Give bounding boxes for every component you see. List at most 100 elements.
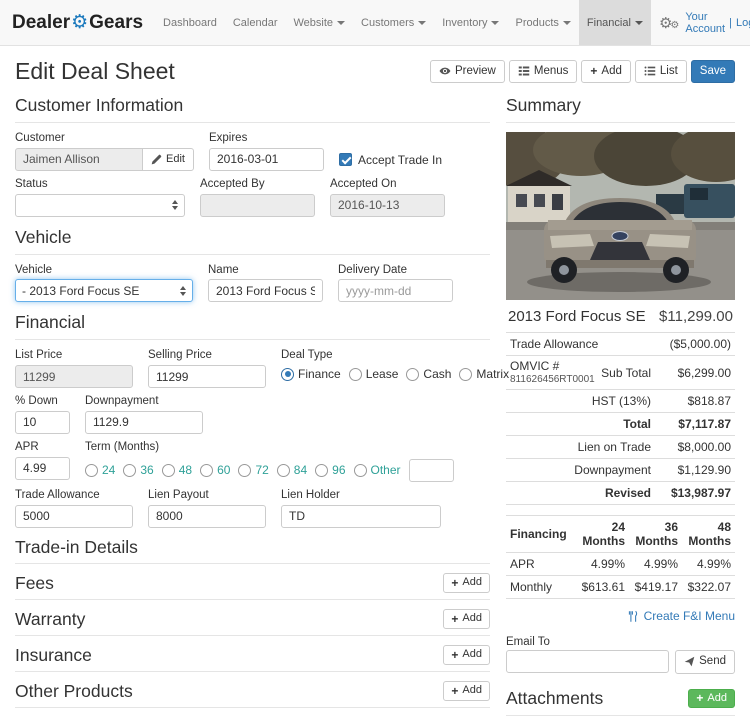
vehicle-label: Vehicle bbox=[15, 263, 53, 276]
nav-item-calendar[interactable]: Calendar bbox=[225, 0, 286, 45]
nav-item-customers[interactable]: Customers bbox=[353, 0, 434, 45]
nav-item-dashboard[interactable]: Dashboard bbox=[155, 0, 225, 45]
logout-link[interactable]: Logout bbox=[736, 17, 750, 29]
plus-icon: + bbox=[451, 684, 459, 699]
accept-trade-in-label: Accept Trade In bbox=[357, 152, 443, 167]
attachments-add-button[interactable]: + Add bbox=[688, 688, 735, 708]
radio-icon bbox=[459, 367, 473, 381]
fees-section: Fees + Add bbox=[15, 573, 490, 600]
delivery-date-field-group: Delivery Date bbox=[338, 264, 453, 303]
term-84-radio[interactable]: 84 bbox=[276, 463, 307, 477]
menus-button[interactable]: Menus bbox=[508, 59, 578, 84]
chevron-down-icon bbox=[491, 20, 500, 25]
term-24-radio[interactable]: 24 bbox=[85, 463, 115, 477]
plus-icon: + bbox=[451, 576, 459, 591]
term-other-input[interactable] bbox=[408, 458, 454, 482]
selling-price-field-group: Selling Price bbox=[148, 349, 266, 389]
customer-input[interactable] bbox=[15, 147, 143, 171]
page-container: Edit Deal Sheet Preview Menus + Add List… bbox=[0, 46, 750, 716]
preview-button[interactable]: Preview bbox=[429, 59, 505, 84]
percent-down-input[interactable] bbox=[15, 410, 70, 434]
status-label: Status bbox=[15, 177, 48, 190]
term-radios: 24 36 48 60 72 84 96 Other bbox=[85, 457, 454, 482]
lien-payout-input[interactable] bbox=[148, 504, 266, 528]
expires-input[interactable] bbox=[208, 147, 324, 171]
summary-row-lien-on-trade: Lien on Trade $8,000.00 bbox=[506, 436, 735, 460]
delivery-date-label: Delivery Date bbox=[338, 263, 408, 276]
radio-icon bbox=[200, 463, 214, 477]
summary-heading: Summary bbox=[506, 95, 735, 123]
downpayment-field-group: Downpayment bbox=[85, 395, 203, 434]
deal-type-lease-radio[interactable]: Lease bbox=[348, 367, 398, 381]
deal-type-matrix-radio[interactable]: Matrix bbox=[459, 367, 509, 381]
summary-row-hst: HST (13%) $818.87 bbox=[506, 390, 735, 414]
other-products-add-button[interactable]: + Add bbox=[443, 681, 490, 701]
main-nav: Dashboard Calendar Website Customers Inv… bbox=[155, 0, 685, 45]
status-field-group: Status bbox=[15, 178, 185, 217]
term-96-radio[interactable]: 96 bbox=[315, 463, 346, 477]
term-36-radio[interactable]: 36 bbox=[123, 463, 154, 477]
cutlery-icon bbox=[628, 610, 637, 622]
nav-item-products[interactable]: Products bbox=[507, 0, 578, 45]
term-72-radio[interactable]: 72 bbox=[238, 463, 269, 477]
radio-icon bbox=[276, 463, 290, 477]
downpayment-label: Downpayment bbox=[85, 395, 159, 408]
deal-type-cash-radio[interactable]: Cash bbox=[406, 367, 451, 381]
add-button[interactable]: + Add bbox=[581, 59, 631, 84]
other-products-section: Other Products + Add bbox=[15, 681, 490, 708]
selling-price-input[interactable] bbox=[148, 365, 266, 389]
nav-item-website[interactable]: Website bbox=[286, 0, 354, 45]
edit-customer-button[interactable]: Edit bbox=[142, 147, 194, 171]
nav-item-inventory[interactable]: Inventory bbox=[434, 0, 507, 45]
fees-add-button[interactable]: + Add bbox=[443, 573, 490, 593]
save-button[interactable]: Save bbox=[690, 59, 735, 84]
trade-allowance-input[interactable] bbox=[15, 504, 133, 528]
plus-icon: + bbox=[451, 612, 459, 627]
accepted-on-input[interactable] bbox=[330, 193, 445, 217]
term-other-radio[interactable]: Other bbox=[353, 463, 401, 477]
financial-heading: Financial bbox=[15, 312, 490, 341]
send-button[interactable]: Send bbox=[675, 649, 735, 674]
apr-label: APR bbox=[15, 440, 39, 453]
vehicle-name-input[interactable] bbox=[208, 279, 323, 303]
warranty-add-button[interactable]: + Add bbox=[443, 609, 490, 629]
your-account-link[interactable]: Your Account bbox=[685, 11, 725, 35]
expires-label: Expires bbox=[208, 132, 248, 144]
customer-field-group: Customer Edit bbox=[15, 132, 194, 171]
lien-holder-field-group: Lien Holder bbox=[281, 489, 441, 528]
percent-down-label: % Down bbox=[15, 395, 58, 408]
vehicle-name-label: Name bbox=[208, 263, 239, 276]
brand-logo[interactable]: Dealer ⚙ Gears bbox=[12, 0, 143, 45]
summary-panel: Summary 2013 Ford Focus SE $11,299.00 Tr… bbox=[506, 95, 735, 716]
delivery-date-input[interactable] bbox=[338, 279, 453, 303]
attachments-section: Attachments + Add bbox=[506, 688, 735, 716]
other-products-heading: Other Products bbox=[15, 680, 133, 701]
status-select[interactable] bbox=[15, 193, 185, 217]
apr-input[interactable] bbox=[15, 456, 70, 480]
nav-item-settings[interactable]: ⚙⚙ bbox=[651, 0, 685, 45]
radio-icon bbox=[238, 463, 252, 477]
accept-trade-in-checkbox[interactable]: Accept Trade In bbox=[338, 132, 443, 171]
email-to-input[interactable] bbox=[506, 649, 670, 673]
list-button[interactable]: List bbox=[634, 59, 687, 84]
list-price-input[interactable] bbox=[15, 365, 133, 389]
deal-type-finance-radio[interactable]: Finance bbox=[281, 367, 341, 381]
plus-icon: + bbox=[590, 64, 598, 79]
term-60-radio[interactable]: 60 bbox=[200, 463, 230, 477]
deal-type-label: Deal Type bbox=[281, 349, 333, 362]
radio-icon bbox=[85, 463, 98, 477]
lien-holder-input[interactable] bbox=[281, 504, 441, 528]
customer-information-heading: Customer Information bbox=[15, 95, 490, 123]
accepted-by-input[interactable] bbox=[200, 193, 315, 217]
term-48-radio[interactable]: 48 bbox=[161, 463, 192, 477]
vehicle-select[interactable]: - 2013 Ford Focus SE bbox=[15, 279, 193, 303]
downpayment-input[interactable] bbox=[85, 410, 203, 434]
page-header: Edit Deal Sheet Preview Menus + Add List… bbox=[15, 58, 735, 85]
nav-item-financial[interactable]: Financial bbox=[578, 0, 651, 45]
radio-icon bbox=[161, 463, 175, 477]
percent-down-field-group: % Down bbox=[15, 395, 70, 434]
insurance-add-button[interactable]: + Add bbox=[443, 645, 490, 665]
insurance-section: Insurance + Add bbox=[15, 645, 490, 672]
create-fi-menu-link[interactable]: Create F&I Menu bbox=[627, 609, 735, 623]
radio-icon bbox=[315, 463, 329, 477]
